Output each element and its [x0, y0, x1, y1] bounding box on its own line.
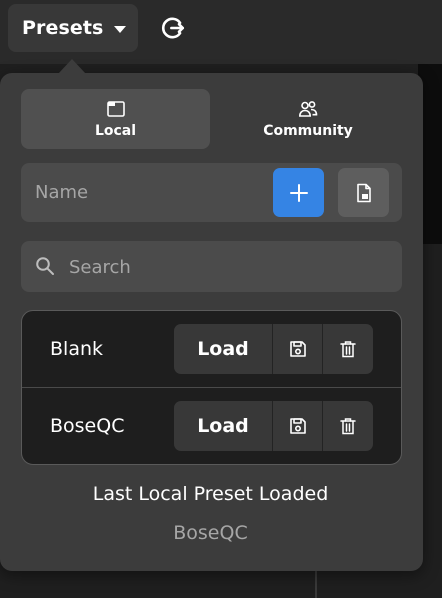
- tab-local[interactable]: Local: [21, 89, 210, 149]
- background-divider: [315, 570, 317, 598]
- save-button[interactable]: [273, 324, 323, 374]
- search-icon: [36, 257, 54, 275]
- popover-arrow: [58, 59, 86, 74]
- tab-community[interactable]: Community: [214, 89, 402, 149]
- exit-icon[interactable]: [160, 15, 186, 41]
- import-preset-button[interactable]: [338, 168, 389, 217]
- load-button[interactable]: Load: [174, 324, 273, 374]
- users-icon: [298, 101, 318, 117]
- save-icon: [289, 341, 306, 357]
- preset-name-input[interactable]: [21, 163, 271, 222]
- last-preset-label: Last Local Preset Loaded: [92, 483, 329, 505]
- add-preset-button[interactable]: [273, 168, 324, 217]
- preset-name: BoseQC: [50, 415, 125, 437]
- caret-down-icon: [114, 25, 127, 33]
- delete-button[interactable]: [323, 401, 373, 451]
- delete-button[interactable]: [323, 324, 373, 374]
- trash-icon: [340, 418, 356, 435]
- preset-actions: Load: [174, 401, 373, 451]
- preset-list: Blank Load BoseQC Load: [21, 310, 402, 465]
- list-item: BoseQC Load: [22, 388, 401, 464]
- preset-name: Blank: [50, 338, 104, 360]
- import-file-icon: [356, 183, 371, 202]
- plus-icon: [289, 183, 308, 202]
- search-input[interactable]: [67, 241, 391, 294]
- search-bar: [21, 241, 402, 294]
- save-icon: [289, 418, 306, 434]
- preset-actions: Load: [174, 324, 373, 374]
- folder-icon: [106, 101, 125, 117]
- tab-community-label: Community: [263, 123, 353, 139]
- name-row: [21, 163, 402, 222]
- last-preset-value: BoseQC: [173, 522, 248, 544]
- presets-menu-button[interactable]: Presets: [8, 4, 138, 52]
- tab-local-label: Local: [94, 123, 137, 139]
- list-item: Blank Load: [22, 311, 401, 387]
- presets-label: Presets: [22, 17, 104, 39]
- trash-icon: [340, 341, 356, 358]
- presets-popover: Local Community Name Search Blank Load B…: [0, 59, 423, 571]
- save-button[interactable]: [273, 401, 323, 451]
- load-button[interactable]: Load: [174, 401, 273, 451]
